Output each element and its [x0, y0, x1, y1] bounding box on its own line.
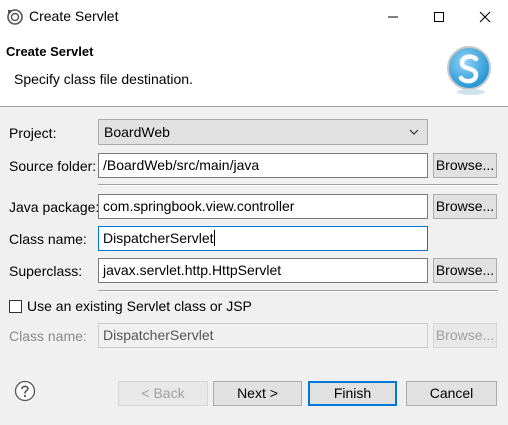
help-icon[interactable]: [14, 380, 36, 402]
source-folder-label: Source folder:: [9, 158, 97, 174]
use-existing-checkbox[interactable]: [9, 300, 22, 313]
close-icon: [479, 11, 491, 23]
java-package-browse-button[interactable]: Browse...: [433, 194, 497, 219]
class-name-input[interactable]: DispatcherServlet: [98, 226, 428, 251]
text-caret: [213, 230, 215, 246]
project-label: Project:: [9, 125, 57, 141]
class-name-value: DispatcherServlet: [103, 230, 214, 246]
existing-browse-button: Browse...: [433, 323, 497, 348]
finish-button[interactable]: Finish: [308, 381, 397, 406]
java-package-value: com.springbook.view.controller: [103, 198, 295, 214]
servlet-logo-icon: [447, 46, 491, 95]
superclass-value: javax.servlet.http.HttpServlet: [103, 262, 282, 278]
close-button[interactable]: [462, 0, 508, 34]
separator: [98, 184, 498, 186]
existing-class-name-input: DispatcherServlet: [98, 323, 428, 348]
java-package-input[interactable]: com.springbook.view.controller: [98, 194, 428, 219]
class-name-label: Class name:: [9, 231, 87, 247]
project-value: BoardWeb: [104, 124, 170, 140]
java-package-label: Java package:: [9, 199, 100, 215]
separator: [98, 290, 498, 292]
existing-class-name-value: DispatcherServlet: [103, 327, 214, 343]
use-existing-label[interactable]: Use an existing Servlet class or JSP: [27, 298, 252, 314]
cancel-button[interactable]: Cancel: [406, 381, 497, 406]
superclass-input[interactable]: javax.servlet.http.HttpServlet: [98, 258, 428, 283]
page-description: Specify class file destination.: [14, 71, 193, 87]
eclipse-app-icon: [7, 9, 23, 25]
minimize-button[interactable]: [370, 0, 416, 34]
source-folder-value: /BoardWeb/src/main/java: [103, 157, 260, 173]
minimize-icon: [388, 16, 398, 18]
next-button[interactable]: Next >: [213, 381, 302, 406]
project-combo[interactable]: BoardWeb: [98, 119, 428, 145]
superclass-browse-button[interactable]: Browse...: [433, 258, 497, 283]
page-title: Create Servlet: [6, 44, 94, 59]
wizard-header: Create Servlet Specify class file destin…: [0, 34, 508, 106]
window-title: Create Servlet: [29, 8, 119, 24]
source-folder-input[interactable]: /BoardWeb/src/main/java: [98, 153, 428, 178]
chevron-down-icon: [409, 129, 419, 135]
existing-class-name-label: Class name:: [9, 328, 87, 344]
source-folder-browse-button[interactable]: Browse...: [433, 153, 497, 178]
maximize-icon: [434, 12, 444, 22]
maximize-button[interactable]: [416, 0, 462, 34]
title-bar: Create Servlet: [0, 0, 508, 34]
superclass-label: Superclass:: [9, 263, 83, 279]
back-button: < Back: [118, 381, 208, 406]
